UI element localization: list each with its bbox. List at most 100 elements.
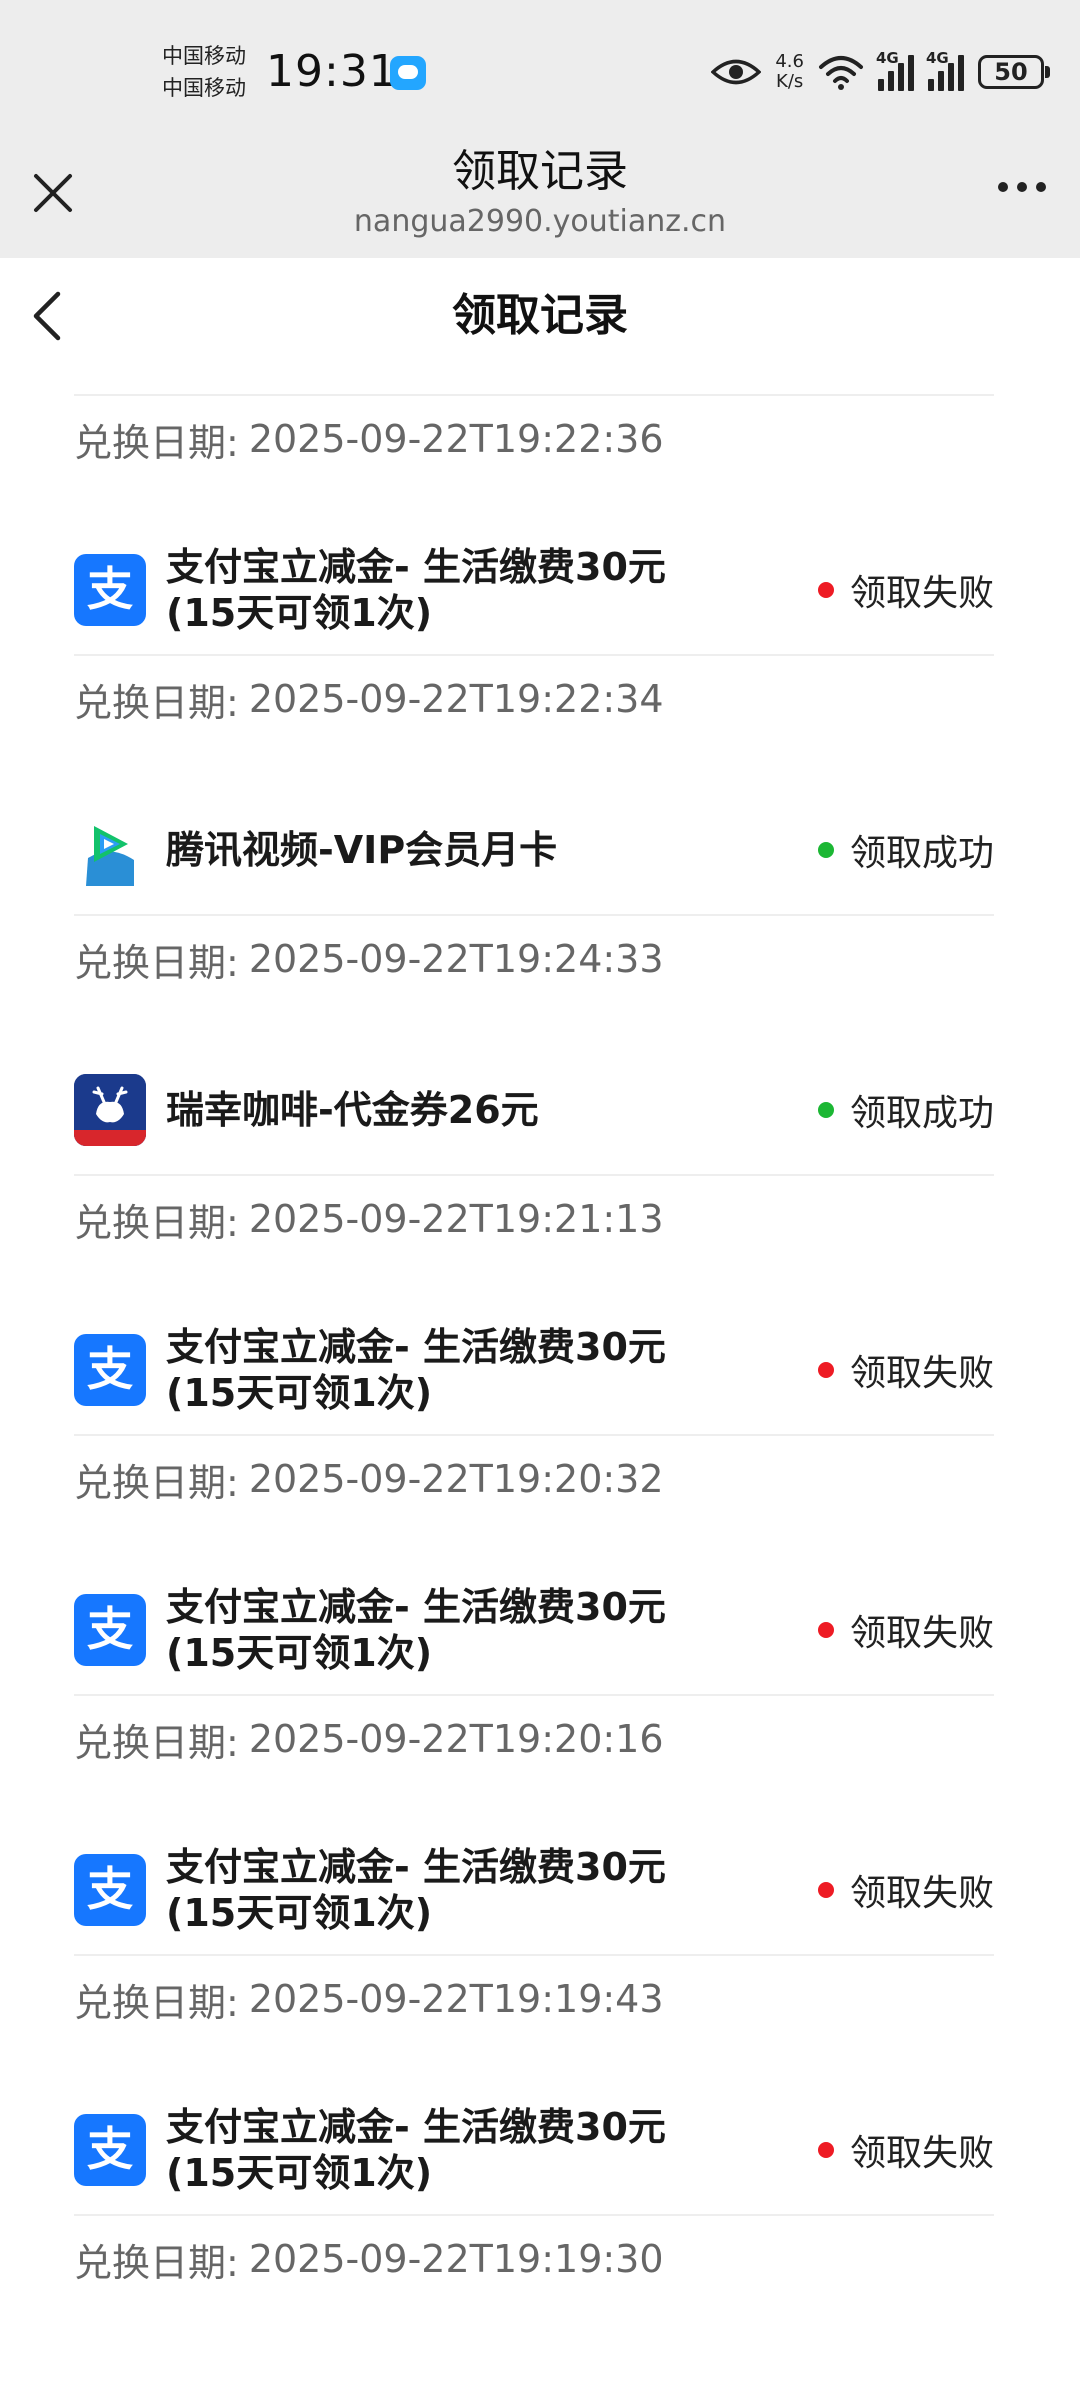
- record-status: 领取失败: [817, 1566, 994, 1694]
- record-title: 瑞幸咖啡-代金券26元: [166, 1088, 539, 1132]
- record-status: 领取失败: [817, 1826, 994, 1954]
- record-date-row: 兑换日期: 2025-09-22T19:24:33: [74, 914, 664, 1004]
- status-time: 19:31: [266, 46, 398, 97]
- record-header: 支 支付宝立减金- 生活缴费30元(15天可领1次) 领取失败: [74, 2086, 994, 2216]
- network-speed-value: 4.6: [775, 51, 804, 72]
- network-speed-unit: K/s: [776, 71, 804, 92]
- alipay-glyph: 支: [87, 1602, 133, 1656]
- record-header: 瑞幸咖啡-代金券26元 领取成功: [74, 1046, 994, 1176]
- record-status-text: 领取成功: [849, 833, 994, 874]
- record-item[interactable]: 瑞幸咖啡-代金券26元 领取成功 兑换日期: 2025-09-22T19:21:…: [0, 1046, 1080, 1306]
- record-status-text: 领取失败: [849, 1613, 994, 1654]
- carrier-2: 中国移动: [162, 76, 246, 100]
- alipay-icon: 支: [74, 2114, 146, 2186]
- record-status-text: 领取失败: [849, 2133, 994, 2174]
- record-status: 领取失败: [818, 376, 994, 394]
- signal-sim2-icon: 4G: [926, 49, 964, 91]
- record-date-row: 兑换日期: 2025-09-22T19:20:16: [74, 1694, 664, 1784]
- network-speed: 4.6 K/s: [775, 52, 804, 92]
- alipay-glyph: 支: [87, 562, 133, 616]
- record-status-text: 领取失败: [849, 1353, 994, 1394]
- status-dot-icon: [817, 842, 834, 858]
- record-header: 腾讯视频-VIP会员月卡 领取成功: [74, 786, 994, 916]
- record-status: 领取失败: [817, 526, 994, 654]
- record-date-label: 兑换日期:: [74, 420, 239, 465]
- record-date-label: 兑换日期:: [74, 1200, 239, 1245]
- record-item[interactable]: 支 支付宝立减金- 生活缴费30元(15天可领1次) 领取失败 兑换日期: 20…: [0, 526, 1080, 786]
- alipay-icon: 支: [74, 1594, 146, 1666]
- record-title: 支付宝立减金- 生活缴费30元(15天可领1次): [166, 1845, 666, 1935]
- luckin-coffee-icon: [74, 1074, 146, 1146]
- carrier-labels: 中国移动 中国移动: [162, 40, 246, 104]
- record-status: 领取成功: [817, 786, 994, 914]
- record-header: 支 支付宝立减金- 生活缴费30元(15天可领1次) 领取失败: [74, 376, 994, 396]
- record-title: 支付宝立减金- 生活缴费30元(15天可领1次): [166, 545, 666, 635]
- alipay-glyph: 支: [87, 1862, 133, 1916]
- record-date-row: 兑换日期: 2025-09-22T19:19:30: [74, 2214, 664, 2304]
- record-status-text: 领取成功: [849, 1093, 994, 1134]
- eye-icon: [711, 59, 762, 85]
- record-date-value: 2025-09-22T19:19:30: [248, 2237, 664, 2281]
- record-item[interactable]: 支 支付宝立减金- 生活缴费30元(15天可领1次) 领取失败 兑换日期: 20…: [0, 1826, 1080, 2086]
- battery-level: 50: [994, 58, 1028, 86]
- record-date-label: 兑换日期:: [74, 1720, 239, 1765]
- record-date-row: 兑换日期: 2025-09-22T19:21:13: [74, 1174, 664, 1264]
- record-header: 支 支付宝立减金- 生活缴费30元(15天可领1次) 领取失败: [74, 1826, 994, 1956]
- page-header: 领取记录: [0, 258, 1080, 376]
- record-header: 支 支付宝立减金- 生活缴费30元(15天可领1次) 领取失败: [74, 526, 994, 656]
- status-bar: 中国移动 中国移动 19:31 4.6 K/s 4G 4G 50: [0, 0, 1080, 130]
- record-date-row: 兑换日期: 2025-09-22T19:22:36: [74, 394, 664, 484]
- browser-toolbar: 领取记录 nangua2990.youtianz.cn: [0, 130, 1080, 258]
- record-status-text: 领取失败: [849, 1873, 994, 1914]
- sim1-network-type: 4G: [876, 49, 899, 67]
- status-indicators: 4.6 K/s 4G 4G 50: [711, 48, 1050, 96]
- page-title: 领取记录: [452, 290, 628, 341]
- record-item[interactable]: 支 支付宝立减金- 生活缴费30元(15天可领1次) 领取失败 兑换日期: 20…: [0, 1306, 1080, 1566]
- record-item[interactable]: 支 支付宝立减金- 生活缴费30元(15天可领1次) 领取失败 兑换日期: 20…: [0, 2086, 1080, 2346]
- record-date-label: 兑换日期:: [74, 1980, 239, 2025]
- record-title: 支付宝立减金- 生活缴费30元(15天可领1次): [166, 2105, 666, 2195]
- alipay-icon: 支: [74, 1334, 146, 1406]
- record-item[interactable]: 支 支付宝立减金- 生活缴费30元(15天可领1次) 领取失败 兑换日期: 20…: [0, 1566, 1080, 1826]
- record-date-value: 2025-09-22T19:22:36: [248, 417, 664, 461]
- status-dot-icon: [817, 1102, 834, 1118]
- signal-sim1-icon: 4G: [876, 49, 914, 91]
- browser-title: 领取记录: [452, 146, 628, 197]
- tencent-video-icon: [74, 814, 146, 886]
- battery-icon: 50: [978, 55, 1050, 89]
- record-date-value: 2025-09-22T19:20:16: [248, 1717, 664, 1761]
- status-dot-icon: [817, 582, 834, 598]
- sim2-network-type: 4G: [926, 49, 949, 67]
- more-icon[interactable]: [998, 182, 1046, 192]
- status-dot-icon: [817, 1362, 834, 1378]
- status-dot-icon: [817, 2142, 834, 2158]
- record-title: 腾讯视频-VIP会员月卡: [166, 828, 558, 872]
- alipay-glyph: 支: [87, 2122, 133, 2176]
- record-date-value: 2025-09-22T19:21:13: [248, 1197, 664, 1241]
- alipay-glyph: 支: [87, 1342, 133, 1396]
- record-status: 领取失败: [817, 1306, 994, 1434]
- alipay-icon: 支: [74, 1854, 146, 1926]
- record-date-label: 兑换日期:: [74, 680, 239, 725]
- record-date-label: 兑换日期:: [74, 1460, 239, 1505]
- records-list[interactable]: 支 支付宝立减金- 生活缴费30元(15天可领1次) 领取失败 兑换日期: 20…: [0, 376, 1080, 2400]
- record-date-row: 兑换日期: 2025-09-22T19:20:32: [74, 1434, 664, 1524]
- record-item[interactable]: 腾讯视频-VIP会员月卡 领取成功 兑换日期: 2025-09-22T19:24…: [0, 786, 1080, 1046]
- status-dot-icon: [817, 1882, 834, 1898]
- record-item[interactable]: 支 支付宝立减金- 生活缴费30元(15天可领1次) 领取失败 兑换日期: 20…: [0, 376, 1080, 526]
- carrier-1: 中国移动: [162, 44, 246, 68]
- record-status: 领取失败: [817, 2086, 994, 2214]
- status-dot-icon: [817, 1622, 834, 1638]
- record-date-label: 兑换日期:: [74, 940, 239, 985]
- record-date-value: 2025-09-22T19:20:32: [248, 1457, 664, 1501]
- record-date-row: 兑换日期: 2025-09-22T19:19:43: [74, 1954, 664, 2044]
- record-date-value: 2025-09-22T19:22:34: [248, 677, 664, 721]
- alipay-icon: 支: [74, 554, 146, 626]
- record-header: 支 支付宝立减金- 生活缴费30元(15天可领1次) 领取失败: [74, 1306, 994, 1436]
- record-date-row: 兑换日期: 2025-09-22T19:22:34: [74, 654, 664, 744]
- record-header: 支 支付宝立减金- 生活缴费30元(15天可领1次) 领取失败: [74, 1566, 994, 1696]
- record-title: 支付宝立减金- 生活缴费30元(15天可领1次): [166, 376, 726, 394]
- message-notification-icon: [390, 56, 426, 90]
- record-title: 支付宝立减金- 生活缴费30元(15天可领1次): [166, 1325, 666, 1415]
- record-status-text: 领取失败: [849, 573, 994, 614]
